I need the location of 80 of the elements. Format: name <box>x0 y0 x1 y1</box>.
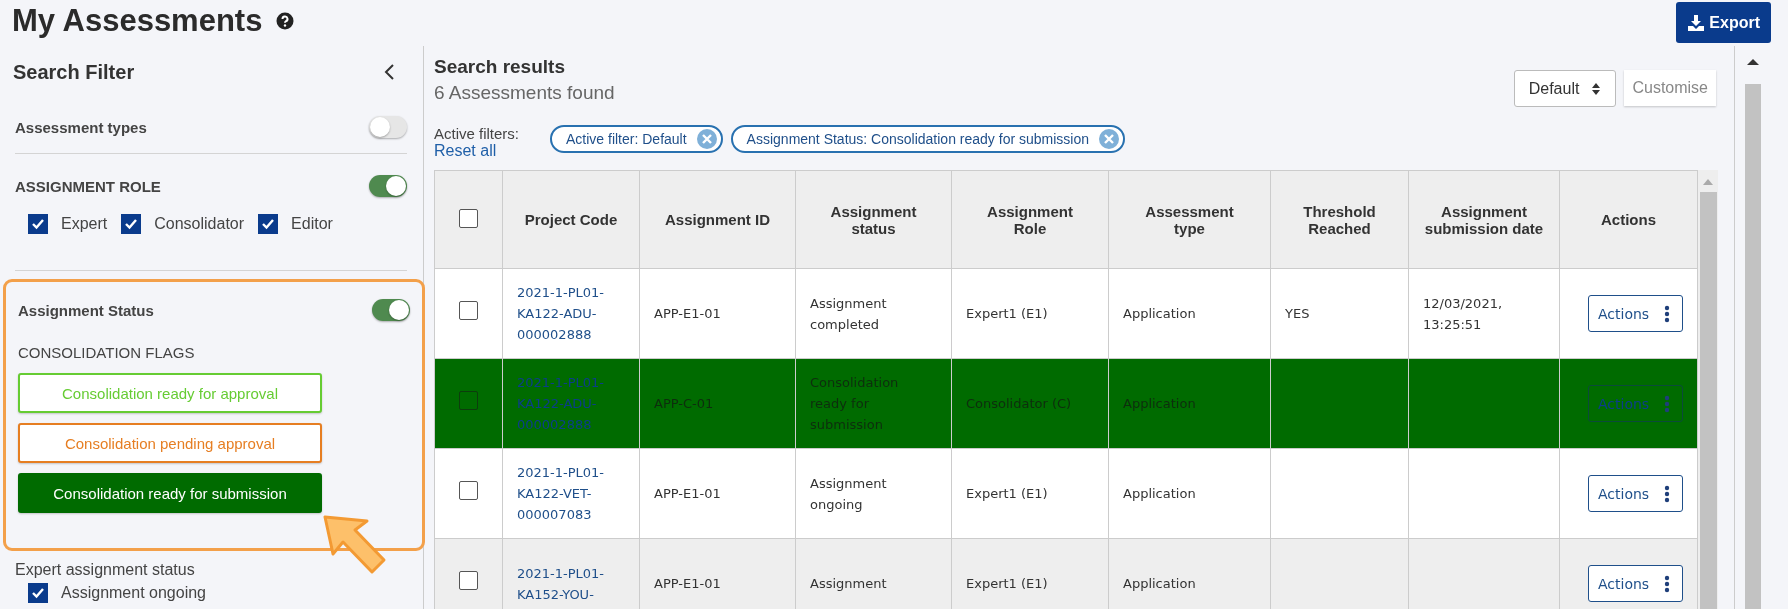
scroll-up-icon[interactable] <box>1747 58 1759 66</box>
table-cell: Expert1 (E1) <box>966 486 1048 501</box>
table-cell: 12/03/2021, 13:25:51 <box>1423 295 1503 332</box>
pointer-arrow-icon <box>322 514 388 576</box>
checkbox[interactable] <box>459 391 478 410</box>
column-header: Actions <box>1559 170 1698 269</box>
filter-label: Assessment types <box>15 118 147 136</box>
checkbox[interactable] <box>28 583 48 603</box>
download-icon <box>1687 13 1706 32</box>
actions-button[interactable]: Actions <box>1588 295 1683 332</box>
toggle-switch[interactable] <box>369 116 407 138</box>
column-header: Assignment ID <box>639 170 796 269</box>
table-cell: Consolidation ready for submission <box>810 375 899 432</box>
checkbox-label: Consolidator <box>154 215 245 233</box>
table-cell: Expert1 (E1) <box>966 306 1048 321</box>
checkmark-icon <box>124 217 139 231</box>
table-cell: YES <box>1285 306 1310 321</box>
actions-button[interactable]: Actions <box>1588 475 1683 512</box>
customise-button[interactable]: Customise <box>1624 70 1716 106</box>
checkbox[interactable] <box>459 208 478 228</box>
checkbox[interactable] <box>28 214 48 234</box>
actions-button[interactable]: Actions <box>1588 565 1683 602</box>
column-header: Assessment type <box>1108 170 1271 269</box>
export-button[interactable]: Export <box>1676 2 1771 43</box>
table-row[interactable]: 2021-1-PL01-KA122-ADU-000002888 APP-E1-01 Assignment completed Expert1 (E1) Application YES 12/03/2021, 13:25:51 Actions <box>434 268 1698 359</box>
flag-button[interactable]: Consolidation ready for submission <box>18 473 322 513</box>
checkbox-label: Assignment ongoing <box>61 584 206 602</box>
kebab-menu-icon <box>1664 394 1670 413</box>
checkbox[interactable] <box>258 214 279 234</box>
active-filters-label: Active filters: <box>434 125 521 142</box>
filter-label: Assignment Status <box>18 301 154 319</box>
filter-chip[interactable]: Assignment Status: Consolidation ready for submission <box>730 125 1125 153</box>
results-title: Search results <box>434 56 566 78</box>
checkbox[interactable] <box>459 301 478 320</box>
filter-title: Search Filter <box>13 60 135 84</box>
filter-label: ASSIGNMENT ROLE <box>15 177 161 195</box>
table-cell: Assignment <box>810 576 887 591</box>
column-header: Assignment submission date <box>1408 170 1560 269</box>
checkbox[interactable] <box>459 571 478 590</box>
column-header: Assignment status <box>795 170 952 269</box>
table-cell: Expert1 (E1) <box>966 576 1048 591</box>
checkbox[interactable] <box>459 481 478 500</box>
results-count: 6 Assessments found <box>434 82 615 104</box>
table-cell: APP-E1-01 <box>654 576 721 591</box>
view-select[interactable]: Default <box>1513 70 1617 107</box>
checkbox-label: Expert <box>61 215 108 233</box>
checkbox-label: Editor <box>291 215 333 233</box>
scrollbar[interactable] <box>1698 170 1718 609</box>
table-cell: APP-E1-01 <box>654 486 721 501</box>
table-cell: Assignment completed <box>810 295 887 332</box>
help-icon[interactable] <box>276 12 295 30</box>
table-cell: Assignment ongoing <box>810 475 887 512</box>
table-cell: Application <box>1123 306 1196 321</box>
checkmark-icon <box>31 217 45 231</box>
filter-label: Expert assignment status <box>14 560 196 580</box>
table-cell: APP-E1-01 <box>654 306 721 321</box>
table-cell: Consolidator (C) <box>966 396 1072 411</box>
filter-chip[interactable]: Active filter: Default <box>550 125 723 153</box>
table-cell: Application <box>1123 486 1196 501</box>
column-header: Threshold Reached <box>1270 170 1409 269</box>
section-heading: CONSOLIDATION FLAGS <box>17 343 196 363</box>
page-title: My Assessments <box>12 2 263 40</box>
checkbox[interactable] <box>121 214 142 234</box>
toggle-switch[interactable] <box>372 299 410 321</box>
toggle-switch[interactable] <box>369 175 407 197</box>
table-cell: Application <box>1123 576 1196 591</box>
table-cell: Application <box>1123 396 1196 411</box>
kebab-menu-icon <box>1664 484 1670 503</box>
kebab-menu-icon <box>1664 304 1670 323</box>
reset-all-link[interactable]: Reset all <box>434 142 534 160</box>
column-header: Project Code <box>502 170 640 269</box>
sort-arrows-icon <box>1591 81 1602 96</box>
collapse-icon[interactable] <box>383 63 395 81</box>
checkmark-icon <box>261 217 276 231</box>
kebab-menu-icon <box>1664 574 1670 593</box>
table-cell: APP-C-01 <box>654 396 714 411</box>
table-row[interactable]: 2021-1-PL01-KA122-VET-000007083 APP-E1-01 Assignment ongoing Expert1 (E1) Application Actions <box>434 448 1698 539</box>
table-row[interactable]: 2021-1-PL01-KA152-YOU- APP-E1-01 Assignment Expert1 (E1) Application Actions <box>434 538 1698 609</box>
column-header: Assignment Role <box>951 170 1109 269</box>
checkmark-icon <box>31 586 45 600</box>
